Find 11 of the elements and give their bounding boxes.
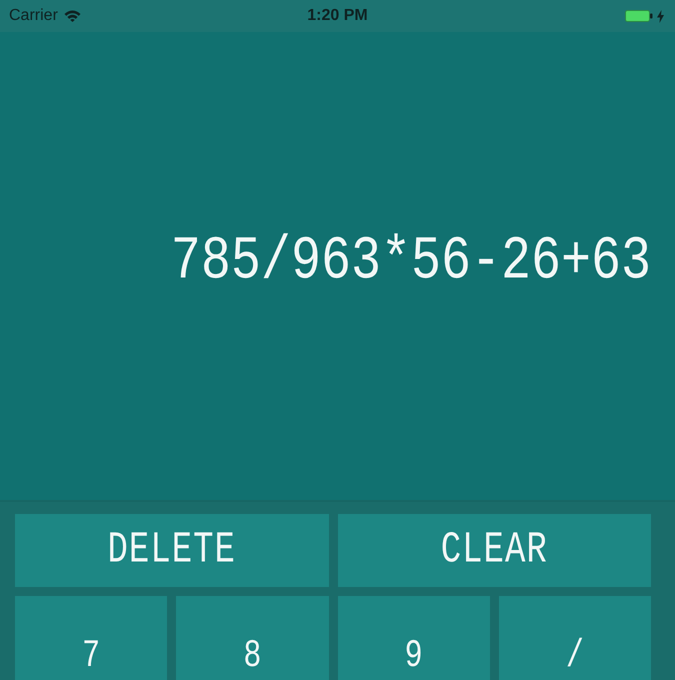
expression-text: 785/963*56-26+63 (170, 232, 651, 294)
calculator-key[interactable]: / (498, 596, 651, 680)
calculator-key[interactable]: DELETE (15, 514, 328, 587)
calculator-key[interactable]: CLEAR (338, 514, 651, 587)
carrier-name: Carrier (9, 7, 58, 25)
clock-time: 1:20 PM (307, 7, 368, 25)
battery-icon (625, 10, 653, 22)
calculator-key[interactable]: 9 (338, 596, 490, 680)
calculator-key[interactable]: 8 (176, 596, 328, 680)
calculator-key[interactable]: 7 (15, 596, 168, 680)
wifi-icon (64, 10, 81, 22)
